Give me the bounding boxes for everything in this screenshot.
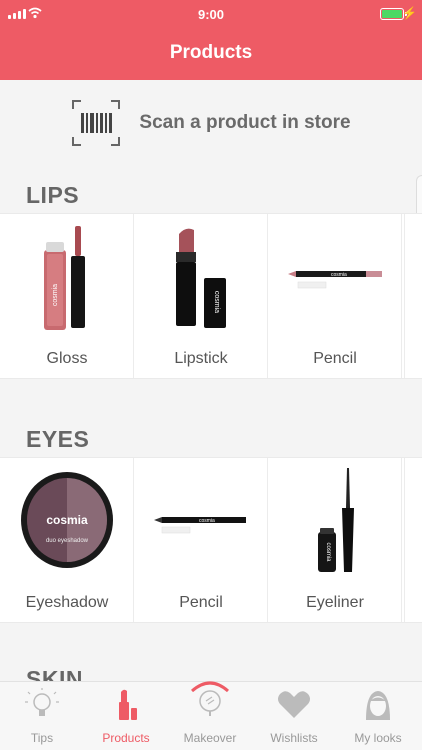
status-bar: 9:00 ⚡: [0, 0, 422, 28]
gloss-image: cosmia: [44, 226, 85, 330]
battery-icon: [380, 8, 407, 20]
charging-icon: ⚡: [402, 6, 417, 20]
product-label: Pencil: [313, 350, 357, 367]
lips-product-row: cosmia Gloss cosmia Lipstick cosmia Penc…: [0, 213, 422, 379]
heart-icon: [278, 691, 310, 718]
tab-label: Tips: [30, 731, 54, 745]
page-title: Products: [169, 42, 253, 63]
tab-my-looks[interactable]: My looks: [336, 682, 420, 750]
product-label: Gloss: [46, 350, 88, 367]
eyeshadow-sublabel: duo eyeshadow: [46, 538, 89, 544]
product-card-lip-pencil[interactable]: cosmia Pencil: [268, 214, 402, 378]
lipstick-brand: cosmia: [213, 291, 220, 313]
section-title-lips: LIPS: [26, 182, 80, 208]
product-card-peek[interactable]: [404, 458, 422, 622]
tab-products[interactable]: Products: [84, 682, 168, 750]
eyeshadow-image: cosmia duo eyeshadow: [21, 472, 113, 568]
product-card-lipstick[interactable]: cosmia Lipstick: [134, 214, 268, 378]
tab-label: Wishlists: [270, 731, 318, 745]
face-icon: [366, 691, 390, 720]
lip-pencil-brand: cosmia: [331, 272, 347, 278]
app-header: 9:00 ⚡ Products: [0, 0, 422, 80]
product-card-eye-pencil[interactable]: cosmia Pencil: [134, 458, 268, 622]
eye-pencil-image: cosmia: [154, 517, 246, 534]
eyeliner-brand: cosmia: [325, 542, 331, 562]
tab-bar: Tips Products Makeover Wishlists My look…: [0, 681, 422, 750]
tab-tips[interactable]: Tips: [0, 682, 84, 750]
tab-makeover[interactable]: Makeover: [168, 681, 252, 750]
product-card-eyeliner[interactable]: cosmia Eyeliner: [268, 458, 402, 622]
tab-wishlists[interactable]: Wishlists: [252, 682, 336, 750]
lip-pencil-image: cosmia: [288, 271, 382, 289]
section-title-eyes: EYES: [26, 426, 90, 452]
product-label: Pencil: [179, 594, 223, 611]
product-label: Eyeshadow: [25, 594, 109, 611]
product-card-gloss[interactable]: cosmia Gloss: [0, 214, 134, 378]
product-card-eyeshadow[interactable]: cosmia duo eyeshadow Eyeshadow: [0, 458, 134, 622]
tab-label: Makeover: [183, 731, 237, 745]
tab-label: Products: [102, 731, 150, 745]
lightbulb-icon: [25, 688, 59, 716]
tab-label: My looks: [354, 731, 402, 745]
product-card-peek[interactable]: [404, 214, 422, 378]
lipstick-icon: [119, 689, 137, 720]
product-label: Eyeliner: [306, 594, 364, 611]
eyes-product-row: cosmia duo eyeshadow Eyeshadow cosmia Pe…: [0, 457, 422, 623]
mirror-icon: [191, 681, 229, 716]
gloss-brand: cosmia: [52, 284, 59, 306]
barcode-scan-icon: [72, 100, 121, 146]
scan-product-button[interactable]: Scan a product in store: [0, 80, 422, 166]
scan-label: Scan a product in store: [139, 112, 351, 133]
eye-pencil-brand: cosmia: [199, 518, 215, 524]
eyeliner-image: cosmia: [318, 468, 354, 572]
status-time: 9:00: [197, 7, 225, 22]
eyeshadow-brand: cosmia: [46, 513, 88, 527]
lipstick-image: cosmia: [176, 228, 226, 328]
product-label: Lipstick: [174, 350, 228, 367]
